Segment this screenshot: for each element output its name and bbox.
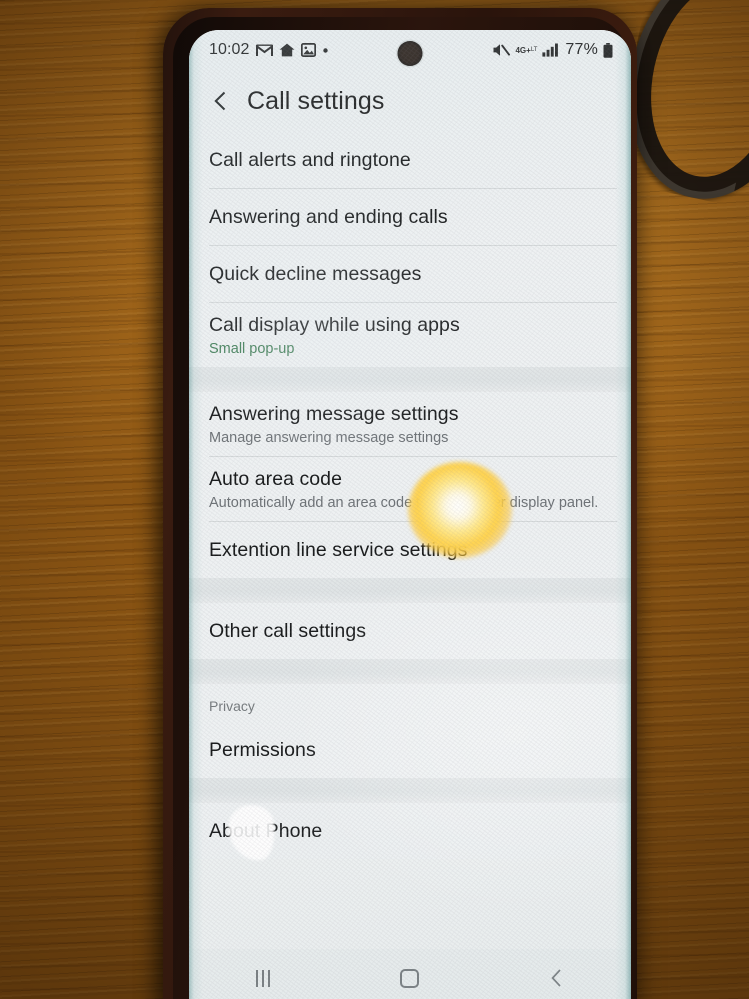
list-item[interactable]: Auto area code Automatically add an area …	[189, 457, 631, 521]
battery-percentage: 77%	[565, 41, 598, 58]
settings-group: Answering message settings Manage answeri…	[189, 392, 631, 578]
list-item[interactable]: Answering and ending calls	[189, 189, 631, 245]
dot-indicator-icon	[322, 47, 329, 54]
list-item-title: Other call settings	[209, 620, 367, 642]
nav-home-button[interactable]	[336, 949, 483, 999]
list-item[interactable]: About Phone	[189, 803, 631, 859]
list-item-title: Quick decline messages	[209, 263, 422, 285]
list-item-title: About Phone	[209, 820, 323, 842]
back-chevron-icon[interactable]	[209, 89, 233, 113]
list-item[interactable]: Other call settings	[189, 603, 631, 659]
status-bar-right: 4G+ LT 77%	[491, 41, 613, 59]
network-4gplus-icon: 4G+ LT	[515, 45, 538, 55]
section-gap	[189, 659, 631, 684]
recents-icon	[255, 969, 270, 987]
list-item-title: Extention line service settings	[209, 539, 468, 561]
status-bar-left: 10:02	[209, 41, 329, 59]
battery-icon	[603, 42, 613, 58]
list-item-title: Auto area code	[209, 467, 342, 490]
list-item-subtitle: Manage answering message settings	[209, 429, 449, 446]
phone-device: 10:02 4G+ LT 77% Call settings Call aler…	[163, 8, 637, 999]
list-item[interactable]: Answering message settings Manage answeri…	[189, 392, 631, 456]
mute-icon	[491, 42, 511, 58]
phone-screen: 10:02 4G+ LT 77% Call settings Call aler…	[189, 30, 631, 999]
list-item-subtitle: Automatically add an area code to the nu…	[209, 494, 599, 511]
list-item[interactable]: Quick decline messages	[189, 246, 631, 302]
photos-icon	[300, 43, 316, 57]
gmail-icon	[255, 43, 273, 57]
section-gap	[189, 578, 631, 603]
settings-list: Call alerts and ringtone Answering and en…	[189, 132, 631, 859]
section-gap	[189, 778, 631, 803]
list-item-subtitle: Small pop-up	[209, 340, 295, 357]
section-gap	[189, 367, 631, 392]
system-navigation-bar	[189, 949, 631, 999]
list-item-title: Answering message settings	[209, 402, 459, 425]
list-item-title: Answering and ending calls	[209, 206, 448, 228]
list-item[interactable]: Call display while using apps Small pop-u…	[189, 303, 631, 367]
settings-group: Other call settings	[189, 603, 631, 659]
nav-recents-button[interactable]	[189, 949, 336, 999]
status-time: 10:02	[209, 41, 250, 58]
page-title: Call settings	[247, 86, 385, 115]
network-type-label: 4G+	[515, 45, 531, 55]
list-item-title: Permissions	[209, 739, 316, 761]
list-item[interactable]: Extention line service settings	[189, 522, 631, 578]
signal-bars-icon	[542, 43, 560, 57]
photo-scene: 10:02 4G+ LT 77% Call settings Call aler…	[0, 0, 749, 999]
home-icon	[400, 968, 420, 988]
nav-back-button[interactable]	[484, 949, 631, 999]
list-item-title: Call alerts and ringtone	[209, 149, 411, 171]
list-item-title: Call display while using apps	[209, 313, 460, 336]
list-item[interactable]: Permissions	[189, 722, 631, 778]
home-app-icon	[279, 43, 295, 57]
list-item[interactable]: Call alerts and ringtone	[189, 132, 631, 188]
back-icon	[547, 968, 567, 988]
settings-group: Call alerts and ringtone Answering and en…	[189, 132, 631, 367]
network-sub-label: LT	[530, 46, 538, 53]
settings-group: About Phone	[189, 803, 631, 859]
settings-group: Permissions	[189, 722, 631, 778]
app-bar: Call settings	[189, 70, 631, 132]
front-camera-punch-hole	[397, 41, 423, 66]
section-header: Privacy	[189, 684, 631, 722]
